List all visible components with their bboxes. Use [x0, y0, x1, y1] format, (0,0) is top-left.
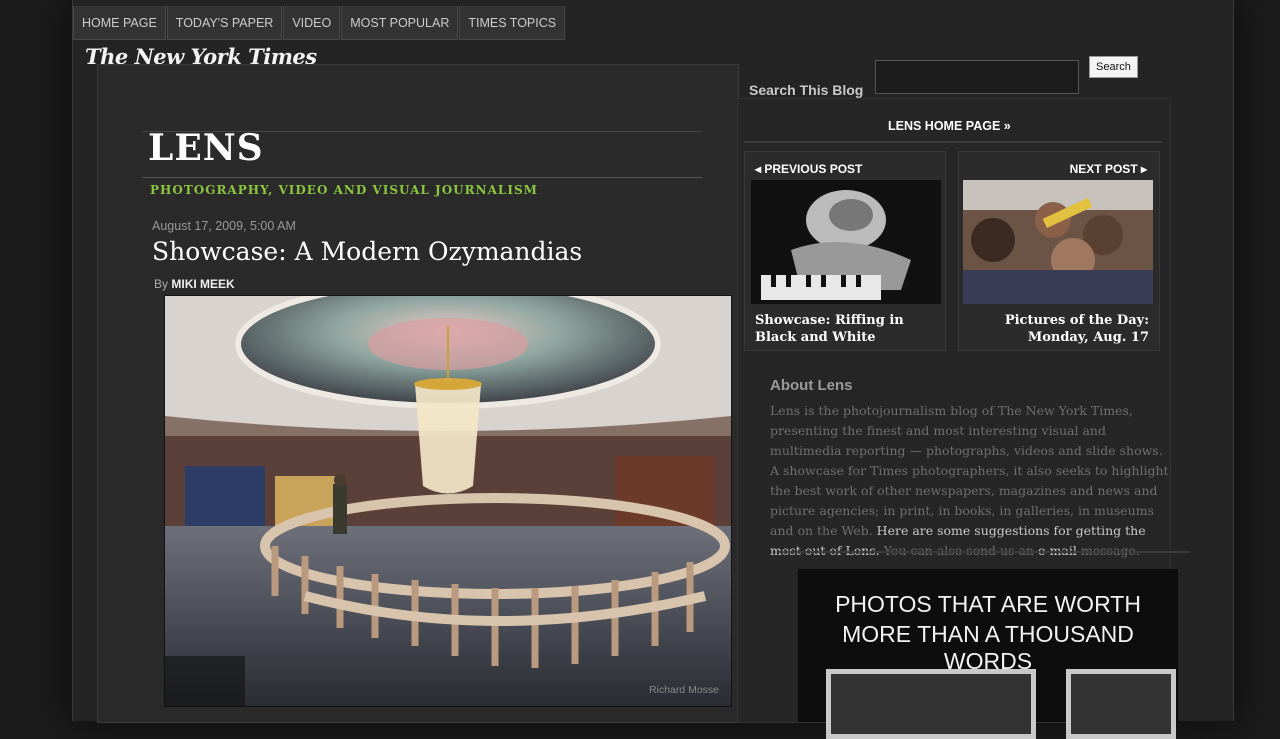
about-lens-heading: About Lens: [770, 377, 853, 394]
triangle-right-icon: ▸: [1137, 162, 1147, 176]
previous-post-thumbnail[interactable]: [751, 180, 941, 304]
picture-frame-image: [826, 669, 1036, 739]
piano-player-photo: [751, 180, 941, 304]
author-link[interactable]: MIKI MEEK: [171, 277, 234, 291]
post-photo[interactable]: Richard Mosse: [164, 295, 732, 707]
next-post-caption[interactable]: Pictures of the Day: Monday, Aug. 17: [964, 312, 1149, 346]
about-lens-text: Lens is the photojournalism blog of The …: [770, 401, 1170, 561]
previous-post[interactable]: ◂ PREVIOUS POST Showcase: Riffing in Bla…: [744, 151, 946, 351]
nav-most-popular[interactable]: MOST POPULAR: [341, 6, 459, 40]
main-column: LENS PHOTOGRAPHY, VIDEO AND VISUAL JOURN…: [97, 64, 739, 723]
promo-line-2: MORE THAN A THOUSAND WORDS: [842, 621, 1134, 674]
lens-home-link[interactable]: LENS HOME PAGE »: [888, 119, 1011, 133]
promo-line-1: PHOTOS THAT ARE WORTH: [835, 591, 1141, 617]
next-post-label[interactable]: NEXT POST ▸: [1070, 162, 1147, 176]
triangle-left-icon: ◂: [755, 162, 765, 176]
sidebar: LENS HOME PAGE » ◂ PREVIOUS POST Showcas…: [737, 98, 1190, 739]
lens-logo[interactable]: LENS: [148, 127, 264, 169]
promo-banner[interactable]: PHOTOS THAT ARE WORTH MORE THAN A THOUSA…: [798, 569, 1178, 739]
crowd-photo: [963, 180, 1153, 304]
palace-interior-photo: [165, 296, 731, 706]
nav-todays-paper[interactable]: TODAY'S PAPER: [166, 6, 283, 40]
picture-frame-image: [1066, 669, 1176, 739]
previous-post-caption[interactable]: Showcase: Riffing in Black and White: [755, 312, 940, 346]
nav-times-topics[interactable]: TIMES TOPICS: [459, 6, 566, 40]
previous-post-label[interactable]: ◂ PREVIOUS POST: [755, 162, 862, 176]
nav-home-page[interactable]: HOME PAGE: [73, 6, 166, 40]
post-title[interactable]: Showcase: A Modern Ozymandias: [152, 237, 582, 266]
next-post[interactable]: NEXT POST ▸ Pictures of the Day: Monday,…: [958, 151, 1160, 351]
search-input[interactable]: [875, 60, 1079, 94]
nav-video[interactable]: VIDEO: [283, 6, 341, 40]
top-nav: HOME PAGE TODAY'S PAPER VIDEO MOST POPUL…: [73, 6, 566, 40]
divider: [142, 177, 702, 178]
divider: [778, 551, 1190, 553]
byline: By MIKI MEEK: [154, 277, 235, 291]
divider: [744, 141, 1162, 143]
search-label: Search This Blog: [749, 82, 864, 98]
lens-tagline: PHOTOGRAPHY, VIDEO AND VISUAL JOURNALISM: [150, 183, 538, 197]
post-date: August 17, 2009, 5:00 AM: [152, 219, 296, 233]
lens-blog-page: HOME PAGE TODAY'S PAPER VIDEO MOST POPUL…: [72, 0, 1234, 739]
photo-credit: Richard Mosse: [648, 684, 719, 696]
byline-prefix: By: [154, 277, 169, 291]
next-post-thumbnail[interactable]: [963, 180, 1153, 304]
search-button[interactable]: Search: [1089, 56, 1138, 78]
